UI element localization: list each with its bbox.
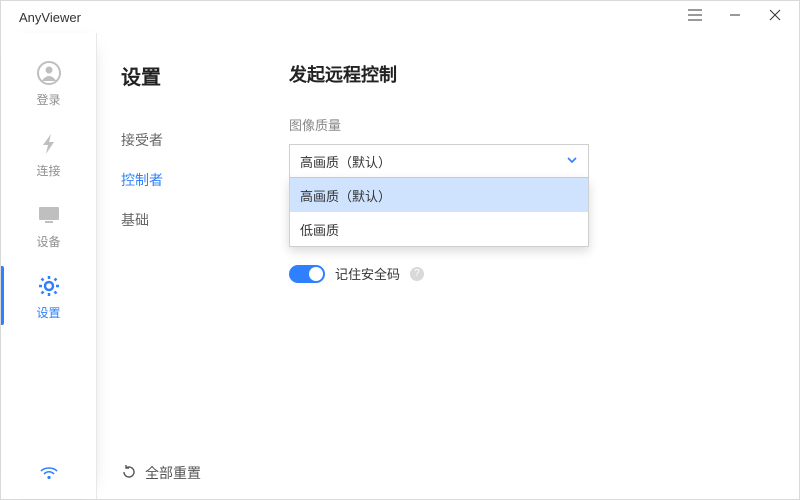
close-icon [769, 8, 781, 26]
hamburger-icon [688, 8, 702, 26]
rail-item-label: 设备 [36, 233, 60, 250]
image-quality-selected: 高画质（默认） [300, 152, 391, 171]
image-quality-label: 图像质量 [289, 115, 759, 134]
reset-all-label: 全部重置 [145, 463, 201, 483]
settings-nav-controller[interactable]: 控制者 [121, 160, 237, 200]
app-title: AnyViewer [19, 10, 81, 25]
image-quality-dropdown: 高画质（默认） 低画质 [289, 178, 589, 247]
section-heading: 发起远程控制 [289, 61, 759, 87]
rail-item-label: 连接 [36, 162, 60, 179]
image-quality-select[interactable]: 高画质（默认） [289, 144, 589, 178]
minimize-icon [729, 8, 741, 26]
image-quality-option-low[interactable]: 低画质 [290, 212, 588, 246]
settings-title: 设置 [121, 61, 237, 90]
minimize-button[interactable] [715, 1, 755, 33]
remember-code-label: 记住安全码 [335, 264, 400, 283]
close-button[interactable] [755, 1, 795, 33]
rail-item-settings[interactable]: 设置 [1, 260, 96, 331]
settings-nav: 设置 接受者 控制者 基础 全部重置 [97, 33, 265, 499]
body: 登录 连接 设备 设置 [1, 33, 799, 499]
user-circle-icon [35, 59, 63, 87]
chevron-down-icon [566, 154, 578, 169]
main-panel: 发起远程控制 图像质量 高画质（默认） 高画质（默认） 低画质 记住安全码 ? [265, 33, 799, 499]
rail-item-connect[interactable]: 连接 [1, 118, 96, 189]
wifi-icon[interactable] [35, 459, 63, 487]
rail-item-login[interactable]: 登录 [1, 47, 96, 118]
remember-code-row: 记住安全码 ? [289, 264, 759, 283]
rail-item-label: 登录 [36, 91, 60, 108]
gear-icon [35, 272, 63, 300]
left-rail: 登录 连接 设备 设置 [1, 33, 97, 499]
bolt-icon [35, 130, 63, 158]
settings-nav-basic[interactable]: 基础 [121, 200, 237, 240]
settings-nav-receiver[interactable]: 接受者 [121, 120, 237, 160]
titlebar: AnyViewer [1, 1, 799, 33]
reset-all-button[interactable]: 全部重置 [121, 463, 237, 483]
app-window: AnyViewer 登录 [0, 0, 800, 500]
image-quality-option-high[interactable]: 高画质（默认） [290, 178, 588, 212]
help-icon[interactable]: ? [410, 267, 424, 281]
undo-icon [121, 464, 137, 483]
monitor-icon [35, 201, 63, 229]
rail-item-devices[interactable]: 设备 [1, 189, 96, 260]
menu-button[interactable] [675, 1, 715, 33]
remember-code-toggle[interactable] [289, 265, 325, 283]
rail-item-label: 设置 [36, 304, 60, 321]
rail-bottom [1, 459, 96, 499]
